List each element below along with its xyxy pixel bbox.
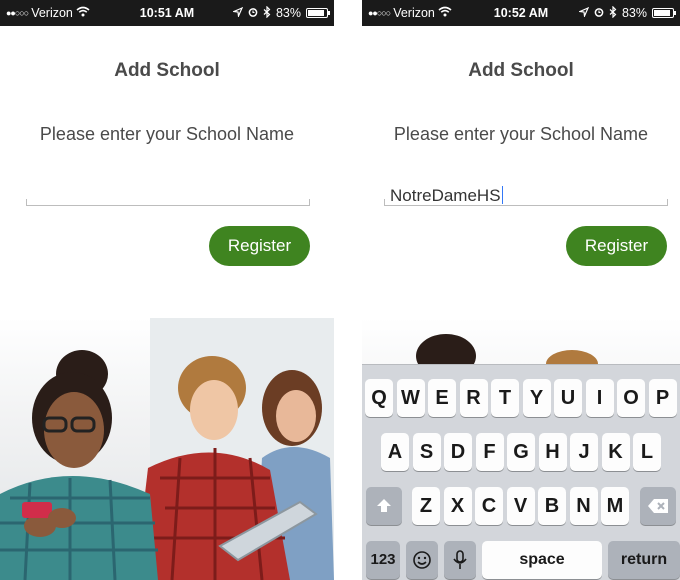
- key-e[interactable]: E: [428, 379, 456, 417]
- page-title: Add School: [468, 60, 574, 81]
- left-screen: ●●○○○ Verizon 10:51 AM 83% Add School Pl…: [0, 0, 334, 580]
- key-g[interactable]: G: [507, 433, 535, 471]
- key-t[interactable]: T: [491, 379, 519, 417]
- key-a[interactable]: A: [381, 433, 409, 471]
- dictation-key[interactable]: [444, 541, 476, 579]
- battery-icon: [306, 8, 330, 18]
- battery-percent: 83%: [275, 6, 301, 20]
- school-name-input[interactable]: NotreDameHS: [384, 180, 668, 206]
- key-o[interactable]: O: [617, 379, 645, 417]
- bluetooth-icon: [609, 5, 617, 21]
- register-button[interactable]: Register: [209, 226, 310, 266]
- status-bar: ●●○○○ Verizon 10:51 AM 83%: [0, 0, 334, 26]
- school-name-prompt: Please enter your School Name: [39, 124, 295, 144]
- key-q[interactable]: Q: [365, 379, 393, 417]
- signal-dots-icon: ●●○○○: [368, 8, 391, 18]
- students-illustration: [0, 318, 334, 580]
- emoji-icon: [413, 551, 431, 569]
- key-d[interactable]: D: [444, 433, 472, 471]
- key-f[interactable]: F: [475, 433, 504, 471]
- key-k[interactable]: K: [601, 433, 630, 471]
- text-caret: [501, 186, 503, 204]
- battery-icon: [652, 8, 676, 18]
- carrier-name: Verizon: [393, 6, 435, 20]
- alarm-icon: [248, 6, 258, 20]
- location-icon: [577, 6, 590, 20]
- key-s[interactable]: S: [412, 433, 441, 471]
- wifi-icon: [438, 6, 452, 20]
- key-w[interactable]: W: [396, 379, 425, 417]
- backspace-key[interactable]: [640, 487, 676, 525]
- key-z[interactable]: Z: [412, 487, 440, 525]
- key-l[interactable]: L: [633, 433, 661, 471]
- shift-key[interactable]: [366, 487, 402, 525]
- wifi-icon: [76, 6, 90, 20]
- school-name-prompt: Please enter your School Name: [393, 124, 649, 144]
- key-c[interactable]: C: [475, 487, 503, 525]
- key-i[interactable]: I: [585, 379, 614, 417]
- key-j[interactable]: J: [570, 433, 598, 471]
- status-bar: ●●○○○ Verizon 10:52 AM 83%: [362, 0, 680, 26]
- key-v[interactable]: V: [506, 487, 535, 525]
- battery-percent: 83%: [621, 6, 647, 20]
- school-name-value: NotreDameHS: [390, 186, 503, 205]
- key-h[interactable]: H: [538, 433, 567, 471]
- alarm-icon: [594, 6, 604, 20]
- key-b[interactable]: B: [538, 487, 566, 525]
- key-x[interactable]: X: [443, 487, 472, 525]
- key-m[interactable]: M: [601, 487, 629, 525]
- shift-icon: [377, 499, 391, 512]
- space-key[interactable]: space: [482, 541, 602, 579]
- key-u[interactable]: U: [554, 379, 582, 417]
- key-n[interactable]: N: [569, 487, 598, 525]
- right-screen: ●●○○○ Verizon 10:52 AM 83% Add School Pl…: [362, 0, 680, 580]
- key-p[interactable]: P: [648, 379, 677, 417]
- backspace-icon: [648, 499, 668, 513]
- numbers-key[interactable]: 123: [366, 541, 400, 579]
- register-button[interactable]: Register: [566, 226, 667, 266]
- emoji-key[interactable]: [406, 541, 438, 579]
- key-y[interactable]: Y: [522, 379, 551, 417]
- page-title: Add School: [114, 60, 220, 81]
- bluetooth-icon: [263, 5, 271, 21]
- onscreen-keyboard: QWERTYUIOP ASDFGHJKL ZXCVBNM 123 space r…: [362, 364, 680, 580]
- school-name-input[interactable]: [26, 180, 310, 206]
- key-r[interactable]: R: [459, 379, 488, 417]
- return-key[interactable]: return: [608, 541, 680, 579]
- location-icon: [231, 6, 244, 20]
- signal-dots-icon: ●●○○○: [6, 8, 29, 18]
- carrier-name: Verizon: [31, 6, 73, 20]
- microphone-icon: [453, 550, 467, 569]
